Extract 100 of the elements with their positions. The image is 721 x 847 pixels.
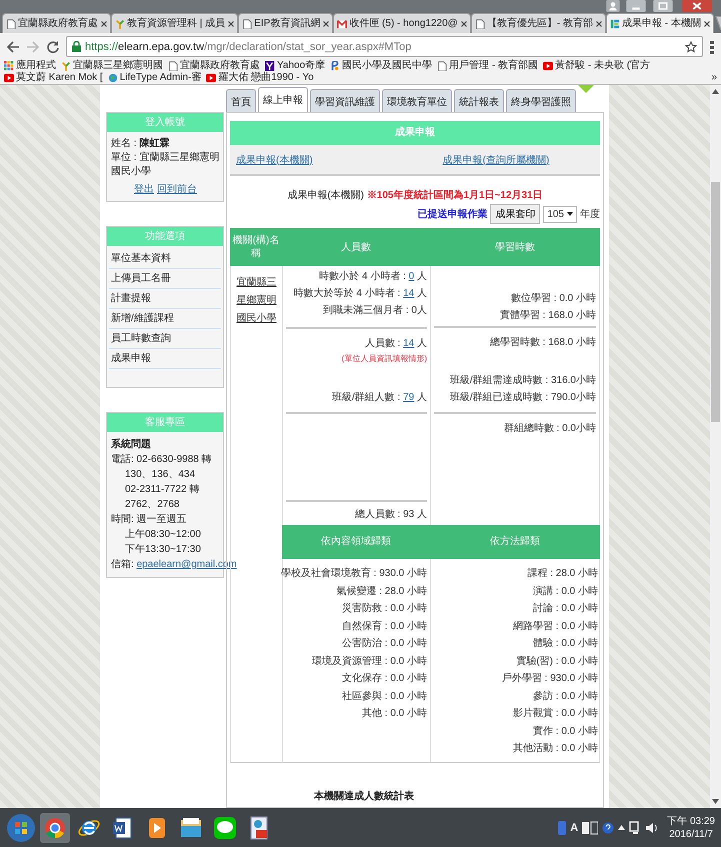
more-bookmarks-button[interactable]: » bbox=[711, 72, 717, 84]
play-icon bbox=[206, 73, 216, 83]
dropdown-caret-icon bbox=[567, 212, 573, 216]
menu-item[interactable]: 成果申報 bbox=[109, 349, 221, 369]
tab-title: 【教育優先區】- 教育部 bbox=[486, 18, 593, 30]
panel-header: 登入帳號 bbox=[107, 113, 223, 132]
bookmark[interactable]: 應用程式 bbox=[4, 60, 56, 72]
print-button[interactable]: 成果套印 bbox=[490, 204, 540, 224]
section-title: 本機關達成人數統計表 bbox=[314, 790, 415, 802]
reload-icon[interactable] bbox=[46, 40, 60, 54]
bookmark[interactable]: 國民小學及國民中學 bbox=[330, 60, 432, 72]
menu-icon[interactable] bbox=[709, 40, 715, 54]
user-icon[interactable] bbox=[604, 0, 622, 12]
hours-text: 災害防救 : 0.0 小時 bbox=[342, 602, 427, 616]
nav-tab[interactable]: 首頁 bbox=[226, 89, 256, 112]
url-text: https://elearn.epa.gov.tw/mgr/declaration/stat_sor_year.aspx#MTop bbox=[85, 40, 412, 52]
pointer-icon bbox=[578, 85, 594, 93]
close-icon[interactable] bbox=[101, 20, 107, 26]
count-link[interactable]: 14 bbox=[403, 338, 414, 349]
bookmark[interactable]: 宜蘭縣三星鄉憲明國 bbox=[61, 60, 163, 72]
stat-text: 實體學習 : 168.0 小時 bbox=[500, 308, 596, 323]
close-icon[interactable] bbox=[228, 20, 234, 26]
panel-header: 功能選項 bbox=[107, 227, 223, 246]
hours-text: 實驗(習) : 0.0 小時 bbox=[516, 654, 598, 668]
close-icon[interactable] bbox=[323, 20, 330, 26]
star-icon[interactable] bbox=[685, 40, 697, 52]
year-select[interactable]: 105 bbox=[543, 206, 577, 222]
clock[interactable]: 下午 03:29 2016/11/7 bbox=[667, 814, 715, 840]
menu-item[interactable]: 單位基本資料 bbox=[109, 249, 221, 269]
address-bar[interactable]: https://elearn.epa.gov.tw/mgr/declaration/stat_sor_year.aspx#MTop bbox=[66, 36, 703, 57]
support-text: 02-2311-7722 轉 bbox=[124, 483, 200, 497]
menu-item[interactable]: 新增/維護課程 bbox=[109, 309, 221, 329]
bookmark[interactable]: 黃舒駿 - 未央歌 (官方 bbox=[543, 60, 650, 72]
browser-tab[interactable]: 教育資源管理科 | 成員 bbox=[111, 13, 238, 33]
bookmark[interactable]: 羅大佑 戀曲1990 - Yo bbox=[206, 72, 314, 84]
support-text: 系統問題 bbox=[111, 438, 152, 452]
hours-text: 實作 : 0.0 小時 bbox=[532, 724, 598, 738]
help-icon[interactable] bbox=[602, 822, 614, 834]
close-icon[interactable] bbox=[596, 20, 602, 26]
speaker-icon[interactable] bbox=[645, 820, 658, 834]
back-icon[interactable] bbox=[6, 40, 20, 54]
section-header: 成果申報 bbox=[230, 121, 600, 145]
organization-link[interactable]: 宜蘭縣三星鄉憲明國民小學 bbox=[233, 274, 280, 328]
hours-text: 參訪 : 0.0 小時 bbox=[532, 690, 598, 704]
stat-text: 人員數 : 14 人 bbox=[364, 337, 427, 351]
taskbar-app[interactable] bbox=[40, 812, 70, 842]
nav-tab[interactable]: 終身學習護照 bbox=[506, 89, 576, 112]
menu-item[interactable]: 上傳員工名冊 bbox=[109, 269, 221, 289]
tab-title: EIP教育資訊網 bbox=[254, 18, 320, 30]
browser-tab[interactable]: EIP教育資訊網 bbox=[238, 13, 334, 33]
browser-tab[interactable]: 收件匣 (5) - hong1220@ bbox=[333, 13, 471, 33]
count-link[interactable]: 0 bbox=[408, 271, 414, 282]
close-icon[interactable] bbox=[704, 20, 710, 26]
hours-text: 其他活動 : 0.0 小時 bbox=[512, 742, 598, 756]
nav-tab[interactable]: 線上申報 bbox=[258, 87, 308, 112]
network-icon[interactable] bbox=[629, 820, 642, 834]
report-link[interactable]: 成果申報(查詢所屬機關) bbox=[442, 152, 550, 166]
document-icon bbox=[474, 18, 485, 28]
browser-tab[interactable]: 成果申報 - 本機關 bbox=[606, 13, 714, 33]
nav-tab[interactable]: 學習資訊維護 bbox=[310, 89, 380, 112]
browser-tab[interactable]: 宜蘭縣政府教育處 bbox=[2, 13, 111, 33]
scroll-up-icon[interactable] bbox=[712, 89, 719, 94]
folder-icon bbox=[179, 816, 203, 840]
hours-text: 其他 : 0.0 小時 bbox=[362, 706, 427, 721]
scrollbar[interactable] bbox=[710, 85, 721, 808]
bookmark[interactable]: 用戶管理 - 教育部國 bbox=[437, 60, 538, 72]
mail-icon bbox=[337, 18, 348, 28]
play-icon bbox=[4, 73, 14, 83]
report-link[interactable]: 成果申報(本機關) bbox=[236, 152, 313, 166]
scrollbar-thumb[interactable] bbox=[711, 182, 720, 422]
tab-title: 宜蘭縣政府教育處 bbox=[18, 18, 98, 30]
hours-text: 課程 : 28.0 小時 bbox=[527, 566, 598, 581]
menu-item[interactable]: 計畫提報 bbox=[109, 289, 221, 309]
bookmark[interactable]: 宜蘭縣政府教育處 bbox=[168, 60, 260, 72]
note-link[interactable]: (單位人員資訊填報情形) bbox=[342, 352, 427, 366]
input-mode-indicator[interactable]: A bbox=[570, 822, 578, 834]
bookmark[interactable]: 莫文蔚 Karen Mok [ bbox=[4, 72, 103, 84]
nav-tab[interactable]: 統計報表 bbox=[454, 89, 504, 112]
support-text: 電話: 02-6630-9988 轉 bbox=[111, 452, 213, 467]
menu-item[interactable]: 員工時數查詢 bbox=[109, 329, 221, 349]
stat-text: 時數大於等於 4 小時者 : 14 人 bbox=[294, 286, 427, 301]
browser-tab[interactable]: 【教育優先區】- 教育部 bbox=[470, 13, 606, 33]
bookmark[interactable]: Yahoo奇摩 bbox=[265, 60, 326, 72]
tab-title: 教育資源管理科 | 成員 bbox=[127, 18, 226, 30]
document-icon bbox=[6, 18, 16, 28]
bookmark[interactable]: LifeType Admin-審 bbox=[108, 72, 202, 84]
close-icon[interactable] bbox=[460, 20, 467, 26]
stat-text: 班級/群組已達成時數 : 790.0小時 bbox=[450, 390, 596, 405]
email-link[interactable]: epaelearn@gmail.com bbox=[136, 559, 237, 570]
scroll-down-icon[interactable] bbox=[712, 799, 719, 804]
hours-text: 環境及資源管理 : 0.0 小時 bbox=[312, 654, 427, 668]
count-link[interactable]: 79 bbox=[403, 392, 414, 403]
hours-text: 文化保存 : 0.0 小時 bbox=[342, 672, 427, 686]
show-hidden-icon[interactable] bbox=[618, 825, 626, 830]
count-link[interactable]: 14 bbox=[403, 288, 414, 299]
lock-icon bbox=[72, 41, 81, 52]
start-orb-icon[interactable] bbox=[6, 812, 36, 842]
nav-tab[interactable]: 環境教育單位 bbox=[382, 89, 452, 112]
sidebar-link[interactable]: 登出 bbox=[134, 182, 154, 196]
sidebar-link[interactable]: 回到前台 bbox=[157, 182, 197, 196]
